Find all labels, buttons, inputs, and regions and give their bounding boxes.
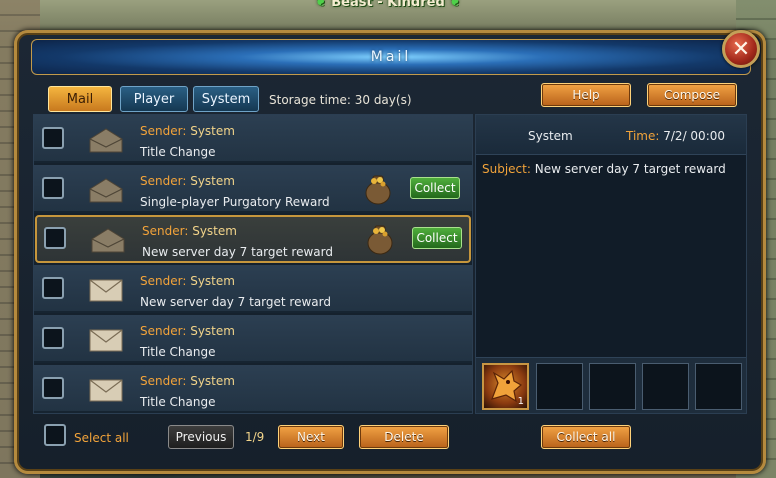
closed-envelope-icon [89, 329, 123, 352]
sender-name: System [190, 324, 235, 338]
attachment-slot-empty [695, 363, 742, 410]
row-checkbox[interactable] [42, 377, 64, 399]
list-item[interactable]: Sender: System Single-player Purgatory R… [34, 165, 472, 213]
mail-subject: New server day 7 target reward [140, 295, 331, 309]
attachment-slot-empty [642, 363, 689, 410]
list-item[interactable]: Sender: System Title Change [34, 115, 472, 163]
attachment-slot-empty [536, 363, 583, 410]
sender-name: System [190, 274, 235, 288]
opened-envelope-icon [89, 178, 123, 203]
sender-label: Sender: [140, 274, 187, 288]
sender-line: Sender: System [142, 224, 237, 238]
sender-line: Sender: System [140, 374, 235, 388]
leaf-icon: ❦ [449, 0, 462, 10]
list-item[interactable]: Sender: System Title Change [34, 365, 472, 413]
close-icon: ✕ [731, 36, 751, 62]
mail-subject: New server day 7 target reward [142, 245, 333, 259]
row-checkbox[interactable] [42, 127, 64, 149]
tab-system[interactable]: System [193, 86, 259, 112]
mail-subject: Single-player Purgatory Reward [140, 195, 330, 209]
sender-label: Sender: [140, 174, 187, 188]
row-checkbox[interactable] [42, 327, 64, 349]
attachment-slots: 1 [476, 357, 746, 413]
row-checkbox[interactable] [42, 277, 64, 299]
banner-title: Beast - Kindred [331, 0, 445, 10]
sender-line: Sender: System [140, 324, 235, 338]
select-all-checkbox[interactable] [44, 424, 66, 446]
collect-all-button[interactable]: Collect all [541, 425, 631, 449]
storage-time: Storage time: 30 day(s) [269, 93, 412, 107]
reward-bag-icon [365, 175, 391, 205]
leaf-icon: ❦ [314, 0, 327, 10]
time-value: 7/2/ 00:00 [663, 129, 726, 143]
detail-sender: System [528, 129, 573, 143]
page-indicator: 1/9 [245, 430, 265, 444]
sender-line: Sender: System [140, 274, 235, 288]
previous-button[interactable]: Previous [168, 425, 234, 449]
mail-subject: Title Change [140, 145, 216, 159]
detail-time: Time: 7/2/ 00:00 [626, 129, 725, 143]
subject-value: New server day 7 target reward [534, 162, 726, 176]
close-button[interactable]: ✕ [722, 30, 760, 68]
compose-button[interactable]: Compose [647, 83, 737, 107]
row-checkbox[interactable] [42, 177, 64, 199]
attachment-slot-empty [589, 363, 636, 410]
closed-envelope-icon [89, 279, 123, 302]
detail-subject: Subject: New server day 7 target reward [482, 162, 726, 176]
mail-list: Sender: System Title Change Sender: Syst… [33, 114, 473, 414]
opened-envelope-icon [89, 128, 123, 153]
sender-label: Sender: [142, 224, 189, 238]
title-bar: Mail [31, 39, 751, 75]
window-title: Mail [370, 49, 412, 65]
closed-envelope-icon [89, 379, 123, 402]
tab-player[interactable]: Player [120, 86, 188, 112]
collect-button[interactable]: Collect [412, 227, 462, 249]
sender-label: Sender: [140, 324, 187, 338]
sender-name: System [190, 174, 235, 188]
sender-name: System [190, 124, 235, 138]
mail-subject: Title Change [140, 395, 216, 409]
sender-name: System [192, 224, 237, 238]
delete-button[interactable]: Delete [359, 425, 449, 449]
next-button[interactable]: Next [278, 425, 344, 449]
select-all-label[interactable]: Select all [74, 431, 129, 445]
attachment-slot[interactable]: 1 [482, 363, 529, 410]
sender-label: Sender: [140, 124, 187, 138]
sender-name: System [190, 374, 235, 388]
time-label: Time: [626, 129, 660, 143]
collect-button[interactable]: Collect [410, 177, 460, 199]
help-button[interactable]: Help [541, 83, 631, 107]
mail-detail-panel: System Time: 7/2/ 00:00 Subject: New ser… [475, 114, 747, 414]
detail-header: System Time: 7/2/ 00:00 [476, 115, 746, 155]
sender-line: Sender: System [140, 124, 235, 138]
opened-envelope-icon [91, 228, 125, 253]
list-item[interactable]: Sender: System New server day 7 target r… [34, 265, 472, 313]
top-banner: ❦ Beast - Kindred ❦ [300, 0, 476, 14]
list-item[interactable]: Sender: System Title Change [34, 315, 472, 363]
attachment-count: 1 [517, 396, 524, 407]
list-item-selected[interactable]: Sender: System New server day 7 target r… [35, 215, 471, 263]
sender-label: Sender: [140, 374, 187, 388]
row-checkbox[interactable] [44, 227, 66, 249]
tab-mail[interactable]: Mail [48, 86, 112, 112]
mail-subject: Title Change [140, 345, 216, 359]
subject-label: Subject: [482, 162, 531, 176]
reward-bag-icon [367, 225, 393, 255]
sender-line: Sender: System [140, 174, 235, 188]
